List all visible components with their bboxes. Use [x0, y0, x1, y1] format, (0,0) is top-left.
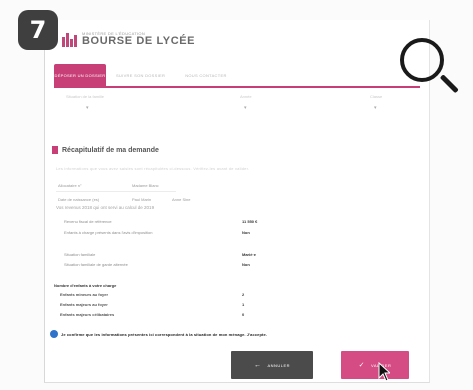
recap-value: Non	[242, 230, 250, 235]
meta-value: Madame Blanc	[132, 183, 159, 188]
calc-heading: Nombre d'enfants à votre charge	[54, 283, 117, 288]
intro-text: Les informations que vous avez saisies s…	[56, 166, 250, 171]
certification-row[interactable]: Je confirme que les informations présent…	[50, 330, 267, 338]
meta-label: Allocataire n°	[58, 183, 82, 188]
recap-label: Situation familiale	[64, 252, 96, 257]
meta-value: Anne Sine	[172, 197, 191, 202]
recap-value: Non	[242, 262, 250, 267]
arrow-left-icon: ←	[253, 361, 262, 369]
recap-value: Marié·e	[242, 252, 257, 257]
certification-text: Je confirme que les informations présent…	[61, 331, 267, 337]
page-background: 7 MINISTÈRE DE L'ÉDUCATION BOURSE DE LYC…	[0, 0, 473, 390]
step-number-badge: 7	[18, 10, 58, 50]
recap-label: Situation familiale de garde alternée	[64, 262, 128, 267]
certification-checkbox[interactable]	[50, 330, 58, 338]
section-heading: Récapitulatif de ma demande	[52, 146, 159, 154]
calc-label: Enfants mineurs au foyer	[60, 292, 109, 297]
tab-deposer[interactable]: DÉPOSER UN DOSSIER	[54, 64, 106, 86]
tab-underline	[54, 86, 420, 88]
magnifier-icon	[400, 38, 459, 100]
recap-label: Enfants à charge présents dans l'avis d'…	[64, 230, 153, 235]
logo-icon	[62, 31, 78, 47]
filter-row: Situation de la famille ▾ Année ▾ Classe…	[60, 94, 420, 116]
tab-contact[interactable]: NOUS CONTACTER	[175, 64, 236, 86]
divider	[56, 191, 176, 192]
tab-bar: DÉPOSER UN DOSSIER SUIVRE SON DOSSIER NO…	[54, 64, 237, 86]
filter-label: Année	[240, 94, 252, 99]
check-icon: ✓	[358, 362, 366, 369]
filter-select-family[interactable]: Situation de la famille ▾	[66, 94, 104, 111]
recap-value: 11 550 €	[242, 219, 258, 224]
cancel-button-label: ANNULER	[267, 362, 291, 368]
meta-value: Paul Marin	[132, 197, 152, 202]
cancel-button[interactable]: ← ANNULER	[231, 351, 313, 379]
chevron-down-icon: ▾	[374, 105, 377, 111]
chevron-down-icon: ▾	[244, 105, 247, 111]
filter-select-class[interactable]: Classe ▾	[370, 94, 382, 111]
mouse-pointer-icon	[378, 362, 390, 382]
logo-title: BOURSE DE LYCÉE	[82, 34, 196, 47]
calc-label: Enfants majeurs au foyer	[60, 302, 108, 307]
validate-button[interactable]: ✓ VALIDER	[341, 351, 409, 379]
section-title-text: Récapitulatif de ma demande	[62, 146, 159, 154]
tab-suivre[interactable]: SUIVRE SON DOSSIER	[106, 64, 175, 86]
chevron-down-icon: ▾	[86, 105, 89, 111]
calc-value: 0	[242, 312, 245, 317]
calc-value: 2	[242, 292, 245, 297]
calc-label: Enfants majeurs célibataires	[60, 312, 115, 317]
recap-label: Revenu fiscal de référence	[64, 219, 112, 224]
site-logo[interactable]: MINISTÈRE DE L'ÉDUCATION BOURSE DE LYCÉE	[62, 28, 195, 50]
filter-label: Classe	[370, 94, 383, 99]
calc-value: 1	[242, 302, 245, 307]
meta-label: Date de naissance (es)	[58, 197, 100, 202]
filter-select-year[interactable]: Année ▾	[240, 94, 252, 111]
section-marker	[52, 146, 58, 154]
filter-label: Situation de la famille	[66, 94, 105, 99]
recap-title: Vos revenus 2018 qui ont servi au calcul…	[56, 205, 155, 210]
